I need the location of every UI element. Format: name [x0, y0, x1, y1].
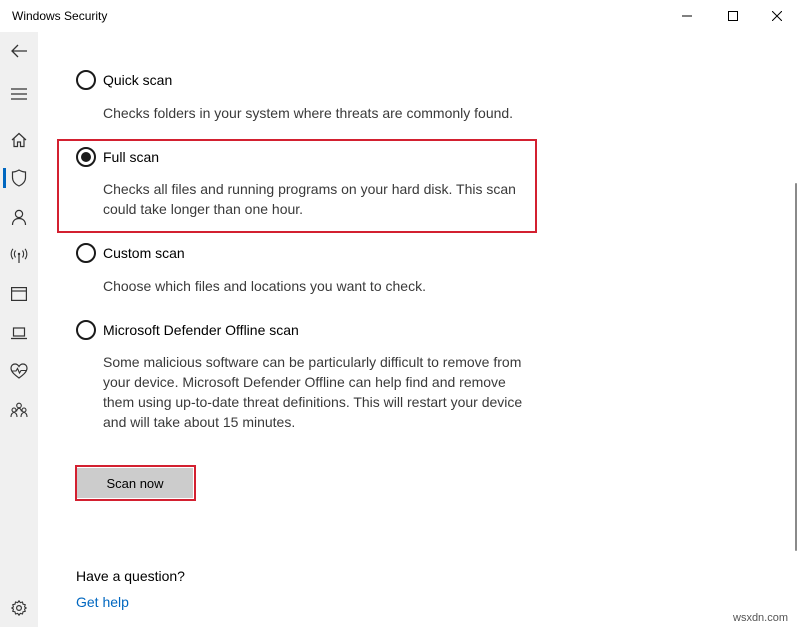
description-line: them using up-to-date threat definitions… — [103, 394, 523, 410]
nav-device-performance[interactable] — [0, 354, 38, 388]
nav-home[interactable] — [0, 123, 38, 157]
gear-icon — [11, 600, 27, 616]
shield-icon — [11, 169, 27, 187]
full-scan-radio[interactable]: Full scan — [76, 147, 159, 167]
nav-account-protection[interactable] — [0, 200, 38, 234]
defender-offline-scan-label: Microsoft Defender Offline scan — [103, 322, 299, 338]
minimize-icon — [682, 15, 692, 17]
defender-offline-scan-radio[interactable]: Microsoft Defender Offline scan — [76, 320, 299, 340]
scan-now-button[interactable]: Scan now — [77, 468, 193, 498]
app-title: Windows Security — [12, 9, 108, 23]
quick-scan-label: Quick scan — [103, 72, 173, 88]
home-icon — [11, 132, 27, 148]
nav-app-browser-control[interactable] — [0, 277, 38, 311]
full-scan-label: Full scan — [103, 149, 160, 165]
scrollbar-thumb[interactable] — [795, 183, 797, 551]
heart-pulse-icon — [10, 363, 28, 379]
defender-offline-scan-description: Some malicious software can be particula… — [103, 352, 522, 432]
radio-dot — [81, 152, 91, 162]
family-icon — [10, 402, 28, 418]
help-question: Have a question? — [76, 568, 185, 584]
radio-button[interactable] — [76, 320, 96, 340]
laptop-icon — [11, 326, 27, 339]
close-button[interactable] — [754, 0, 800, 32]
browser-window-icon — [11, 287, 27, 301]
description-line: Some malicious software can be particula… — [103, 354, 522, 370]
scan-options-panel: Quick scan Checks folders in your system… — [38, 32, 790, 627]
quick-scan-radio[interactable]: Quick scan — [76, 70, 172, 90]
maximize-icon — [728, 11, 738, 21]
menu-button[interactable] — [0, 77, 38, 111]
minimize-button[interactable] — [664, 0, 710, 32]
description-line: could take longer than one hour. — [103, 201, 304, 217]
radio-button[interactable] — [76, 70, 96, 90]
get-help-link[interactable]: Get help — [76, 594, 129, 610]
maximize-button[interactable] — [710, 0, 756, 32]
person-icon — [11, 209, 27, 225]
nav-settings[interactable] — [0, 591, 38, 625]
nav-family-options[interactable] — [0, 393, 38, 427]
nav-rail — [0, 32, 38, 627]
back-arrow-icon — [11, 44, 27, 58]
quick-scan-description: Checks folders in your system where thre… — [103, 105, 514, 121]
title-bar: Windows Security — [0, 0, 800, 32]
close-icon — [772, 11, 782, 21]
nav-device-security[interactable] — [0, 316, 38, 350]
hamburger-menu-icon — [11, 88, 27, 100]
back-button[interactable] — [0, 34, 38, 68]
nav-virus-threat-protection[interactable] — [0, 161, 38, 195]
watermark: wsxdn.com — [733, 612, 789, 624]
description-line: your device. Microsoft Defender Offline … — [103, 374, 506, 390]
nav-firewall-network[interactable] — [0, 239, 38, 273]
radio-button[interactable] — [76, 243, 96, 263]
description-line: and will take about 15 minutes. — [103, 414, 296, 430]
custom-scan-description: Choose which files and locations you wan… — [103, 278, 426, 294]
description-line: Checks all files and running programs on… — [103, 181, 516, 197]
custom-scan-label: Custom scan — [103, 245, 185, 261]
full-scan-description: Checks all files and running programs on… — [103, 179, 516, 219]
custom-scan-radio[interactable]: Custom scan — [76, 243, 185, 263]
antenna-icon — [10, 248, 28, 263]
radio-button-selected[interactable] — [76, 147, 96, 167]
